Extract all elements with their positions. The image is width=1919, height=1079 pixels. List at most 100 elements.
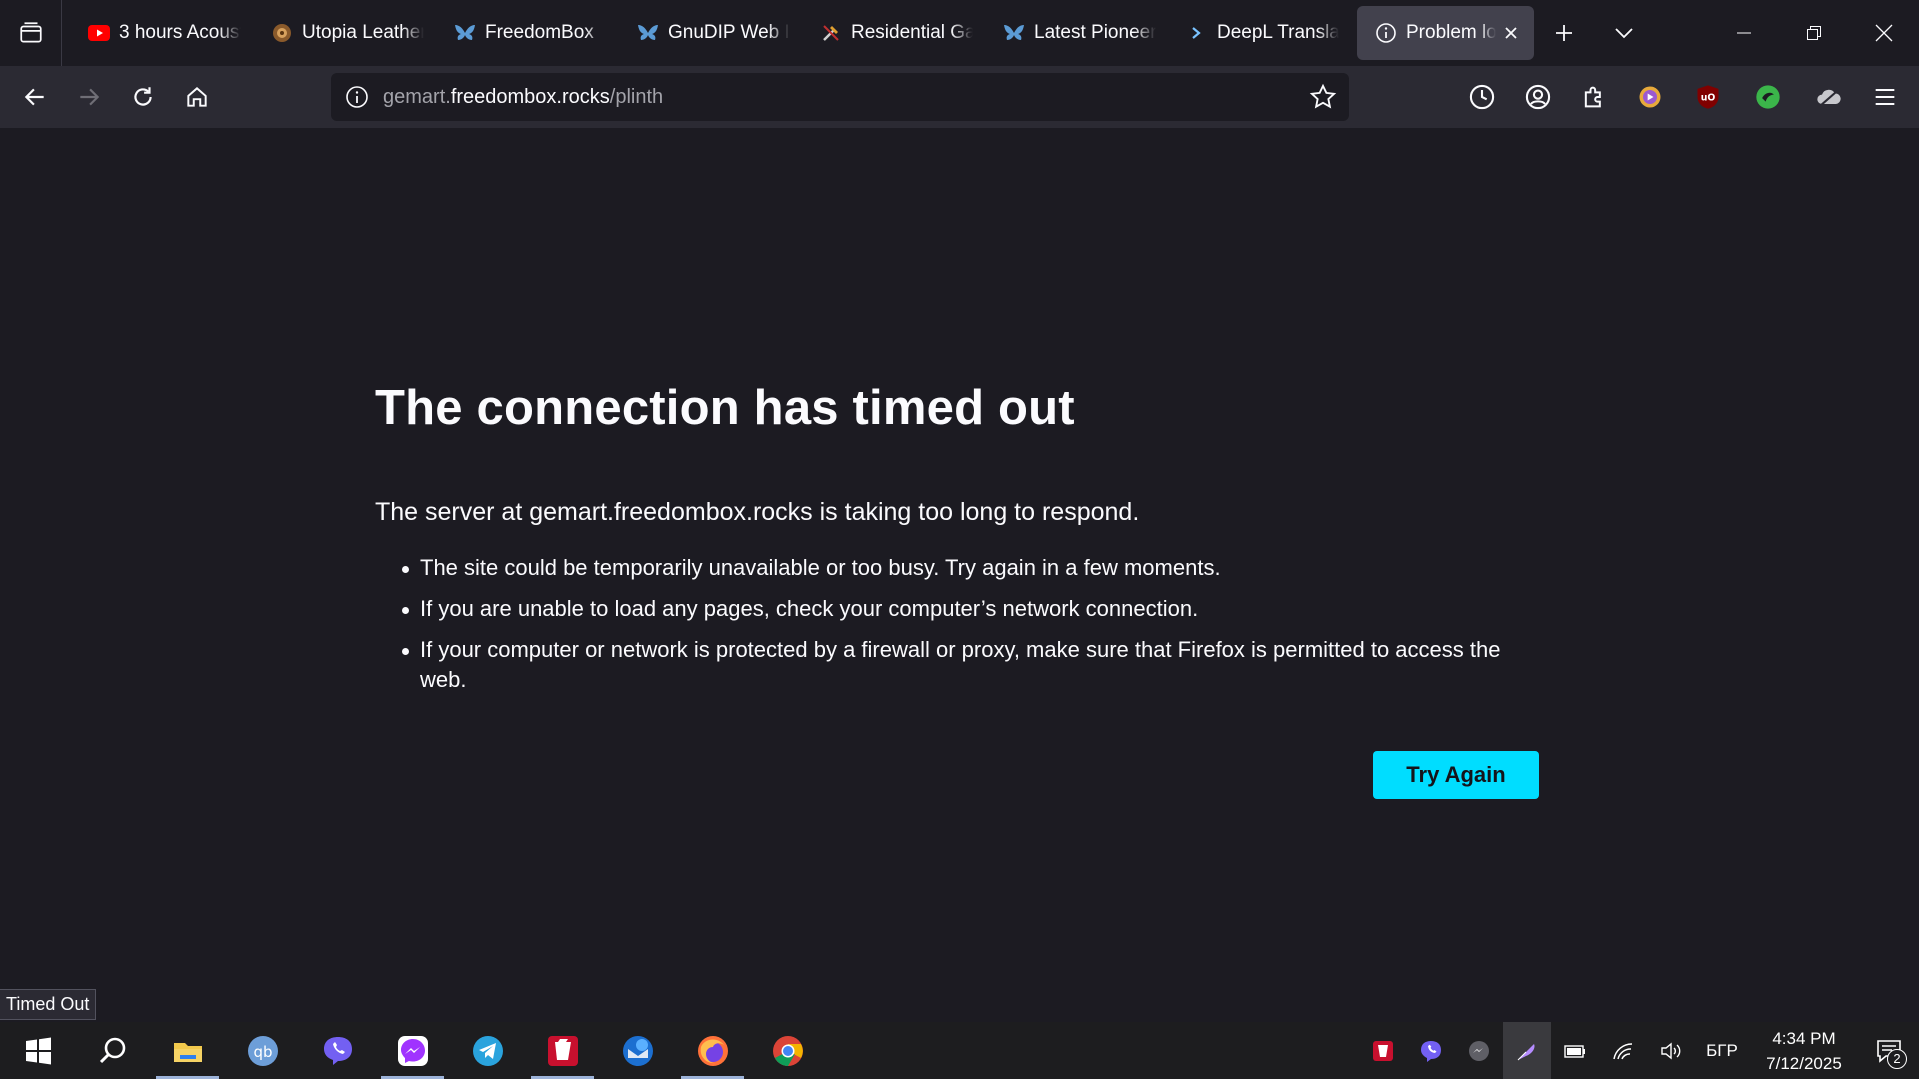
taskbar-thunderbird[interactable]: [600, 1022, 675, 1079]
tab-title: 3 hours Acoustic: [119, 22, 241, 43]
close-tab-icon[interactable]: [1500, 22, 1522, 44]
app-menu-button[interactable]: [1860, 70, 1910, 124]
tab-problem-loading[interactable]: Problem loading page: [1357, 6, 1534, 60]
taskbar-file-explorer[interactable]: [150, 1022, 225, 1079]
chevron-down-icon: [1615, 28, 1633, 39]
firefox-view-button[interactable]: [0, 0, 62, 66]
action-center-button[interactable]: 2: [1859, 1022, 1919, 1079]
bookmark-star-icon[interactable]: [1309, 83, 1337, 111]
taskbar-telegram[interactable]: [450, 1022, 525, 1079]
ublock-shield-icon: uO: [1697, 85, 1719, 109]
tray-pen-app[interactable]: [1503, 1022, 1551, 1079]
account-icon: [1525, 84, 1551, 110]
search-button[interactable]: [75, 1022, 150, 1079]
back-button[interactable]: [8, 70, 62, 124]
try-again-button[interactable]: Try Again: [1373, 751, 1539, 799]
hamburger-menu-icon: [1875, 88, 1895, 106]
firefox-icon: [697, 1035, 728, 1066]
wifi-icon: [1613, 1042, 1633, 1059]
speaker-icon: [1661, 1042, 1681, 1059]
address-bar[interactable]: gemart. freedombox.rocks/plinth: [331, 73, 1349, 121]
clock-date: 7/12/2025: [1766, 1053, 1842, 1073]
minimize-icon: [1737, 32, 1751, 34]
extension-media-button[interactable]: [1622, 70, 1678, 124]
history-button[interactable]: [1454, 70, 1510, 124]
svg-text:qb: qb: [253, 1043, 272, 1061]
tray-viber[interactable]: [1407, 1022, 1455, 1079]
restore-button[interactable]: [1779, 0, 1849, 66]
tab-title: Residential Gateway: [851, 22, 973, 43]
navigation-toolbar: gemart. freedombox.rocks/plinth uO: [0, 66, 1919, 128]
account-button[interactable]: [1510, 70, 1566, 124]
freedombox-icon: [1003, 22, 1025, 44]
extension-green-button[interactable]: [1738, 70, 1798, 124]
taskbar-viber[interactable]: [300, 1022, 375, 1079]
messenger-icon: [1469, 1040, 1489, 1061]
home-icon: [187, 87, 207, 107]
minimize-button[interactable]: [1709, 0, 1779, 66]
start-button[interactable]: [0, 1022, 75, 1079]
error-page: The connection has timed out The server …: [0, 128, 1919, 1025]
tray-network[interactable]: [1599, 1022, 1647, 1079]
close-window-button[interactable]: [1849, 0, 1919, 66]
tab-title: DeepL Translate: [1217, 22, 1339, 43]
windows-icon: [25, 1037, 51, 1064]
taskbar-firefox[interactable]: [675, 1022, 750, 1079]
taskbar-qbittorrent[interactable]: qb: [225, 1022, 300, 1079]
qbittorrent-icon: qb: [247, 1035, 278, 1066]
site-info-icon[interactable]: [343, 83, 371, 111]
taskbar-red-app[interactable]: [525, 1022, 600, 1079]
tray-messenger[interactable]: [1455, 1022, 1503, 1079]
clock[interactable]: 4:34 PM 7/12/2025: [1749, 1026, 1859, 1076]
list-item: If you are unable to load any pages, che…: [398, 594, 1548, 624]
new-tab-button[interactable]: [1534, 0, 1594, 66]
tab-deepl[interactable]: DeepL Translate: [1168, 6, 1351, 60]
firefox-view-icon: [19, 22, 42, 43]
extension-cloud-button[interactable]: [1798, 70, 1860, 124]
tab-latest-pioneer[interactable]: Latest Pioneer: [985, 6, 1168, 60]
battery-icon: [1564, 1044, 1585, 1058]
search-icon: [99, 1037, 125, 1063]
url-subdomain: gemart.: [383, 85, 451, 108]
tools-icon: [820, 22, 842, 44]
tab-gnudip[interactable]: GnuDIP Web Interface: [619, 6, 802, 60]
thunderbird-icon: [622, 1035, 653, 1066]
taskbar-messenger[interactable]: [375, 1022, 450, 1079]
url-path: /plinth: [609, 85, 664, 108]
svg-text:uO: uO: [1701, 93, 1716, 104]
red-app-icon: [547, 1035, 578, 1066]
telegram-icon: [472, 1035, 503, 1066]
tray-volume[interactable]: [1647, 1022, 1695, 1079]
close-icon: [1875, 24, 1893, 42]
input-language[interactable]: БГР: [1695, 1041, 1749, 1061]
notification-badge: 2: [1887, 1049, 1907, 1069]
tray-battery[interactable]: [1551, 1022, 1599, 1079]
folder-icon: [173, 1042, 202, 1062]
tab-freedombox[interactable]: FreedomBox: [436, 6, 619, 60]
tray-red-app[interactable]: [1359, 1022, 1407, 1079]
tab-title: Problem loading page: [1406, 22, 1496, 43]
reload-button[interactable]: [116, 70, 170, 124]
viber-icon: [1421, 1040, 1441, 1062]
error-suggestions: The site could be temporarily unavailabl…: [398, 553, 1548, 706]
list-all-tabs-button[interactable]: [1594, 0, 1654, 66]
home-button[interactable]: [170, 70, 224, 124]
plus-icon: [1556, 25, 1572, 41]
cloud-icon: [1817, 89, 1841, 108]
tab-youtube[interactable]: 3 hours Acoustic: [70, 6, 253, 60]
arrow-left-icon: [24, 88, 44, 106]
taskbar-chrome[interactable]: [750, 1022, 825, 1079]
forward-button[interactable]: [62, 70, 116, 124]
tab-utopia-leather[interactable]: Utopia Leather: [253, 6, 436, 60]
red-app-icon: [1373, 1040, 1393, 1061]
utopia-icon: [271, 22, 293, 44]
tab-title: GnuDIP Web Interface: [668, 22, 790, 43]
reload-icon: [134, 87, 152, 106]
feather-pen-icon: [1517, 1043, 1535, 1060]
ublock-origin-button[interactable]: uO: [1678, 70, 1738, 124]
tab-residential-gateway[interactable]: Residential Gateway: [802, 6, 985, 60]
tab-title: FreedomBox: [485, 22, 594, 43]
extensions-button[interactable]: [1566, 70, 1622, 124]
viber-icon: [323, 1036, 352, 1065]
freedombox-icon: [454, 22, 476, 44]
